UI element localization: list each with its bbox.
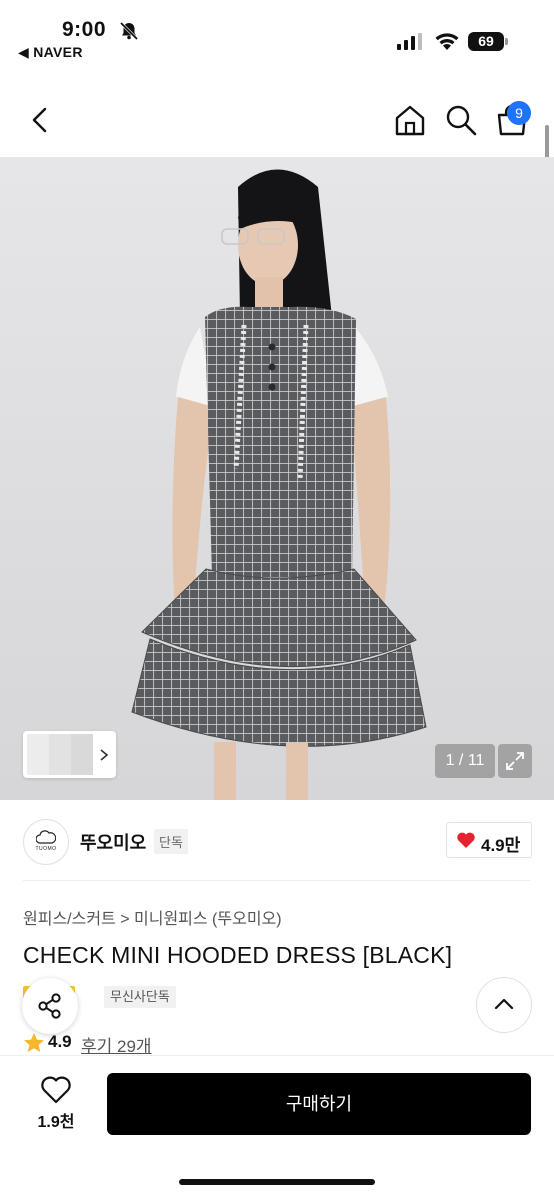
brand-like-count: 4.9만 bbox=[481, 836, 521, 855]
brand-name[interactable]: 뚜오미오 bbox=[80, 829, 146, 855]
home-icon[interactable] bbox=[393, 103, 427, 137]
heart-filled-icon bbox=[457, 832, 475, 848]
back-arrow-icon[interactable] bbox=[28, 106, 52, 134]
model-photo bbox=[131, 169, 427, 800]
thumbnail-3[interactable] bbox=[71, 734, 93, 775]
chevron-up-icon bbox=[494, 998, 514, 1010]
share-button[interactable] bbox=[22, 978, 78, 1034]
battery-indicator: 69 bbox=[468, 32, 504, 51]
expand-icon bbox=[506, 752, 524, 770]
cart-count-badge: 9 bbox=[507, 101, 531, 125]
wishlist-count: 1.9천 bbox=[37, 1114, 75, 1131]
exclusive-tag: 단독 bbox=[154, 829, 188, 854]
cloud-logo-icon bbox=[36, 830, 56, 844]
brand-logo[interactable]: TUOMO bbox=[23, 819, 69, 865]
bell-muted-icon bbox=[119, 21, 139, 41]
cellular-signal-icon bbox=[397, 33, 422, 50]
rating-score: 4.9 bbox=[48, 1032, 72, 1051]
star-icon bbox=[24, 1033, 44, 1052]
status-time: 9:00 bbox=[62, 18, 107, 41]
back-to-app-link[interactable]: ◀ NAVER bbox=[18, 44, 83, 61]
divider bbox=[23, 880, 530, 881]
product-title: CHECK MINI HOODED DRESS [BLACK] bbox=[23, 942, 453, 968]
scroll-to-top-button[interactable] bbox=[476, 977, 532, 1033]
thumbnail-2[interactable] bbox=[49, 734, 71, 775]
chevron-right-icon bbox=[100, 749, 109, 761]
home-indicator[interactable] bbox=[179, 1179, 375, 1185]
thumbnail-strip[interactable] bbox=[23, 731, 116, 778]
expand-image-button[interactable] bbox=[498, 744, 532, 778]
wifi-icon bbox=[435, 33, 459, 50]
product-main-image[interactable] bbox=[0, 157, 554, 800]
thumbnail-1[interactable] bbox=[27, 734, 49, 775]
heart-outline-icon[interactable] bbox=[40, 1076, 72, 1104]
buy-button[interactable]: 구매하기 bbox=[107, 1073, 531, 1135]
battery-tip bbox=[505, 38, 508, 45]
musinsa-exclusive-badge: 무신사단독 bbox=[104, 986, 176, 1008]
brand-like-button[interactable]: 4.9만 bbox=[446, 822, 532, 858]
search-icon[interactable] bbox=[444, 103, 478, 137]
category-breadcrumb[interactable]: 원피스/스커트 > 미니원피스 (뚜오미오) bbox=[23, 905, 282, 929]
review-count-link[interactable]: 후기 29개 bbox=[81, 1032, 152, 1057]
image-counter: 1 / 11 bbox=[435, 744, 495, 778]
brand-logo-text: TUOMO bbox=[35, 846, 57, 852]
share-icon bbox=[38, 993, 61, 1019]
